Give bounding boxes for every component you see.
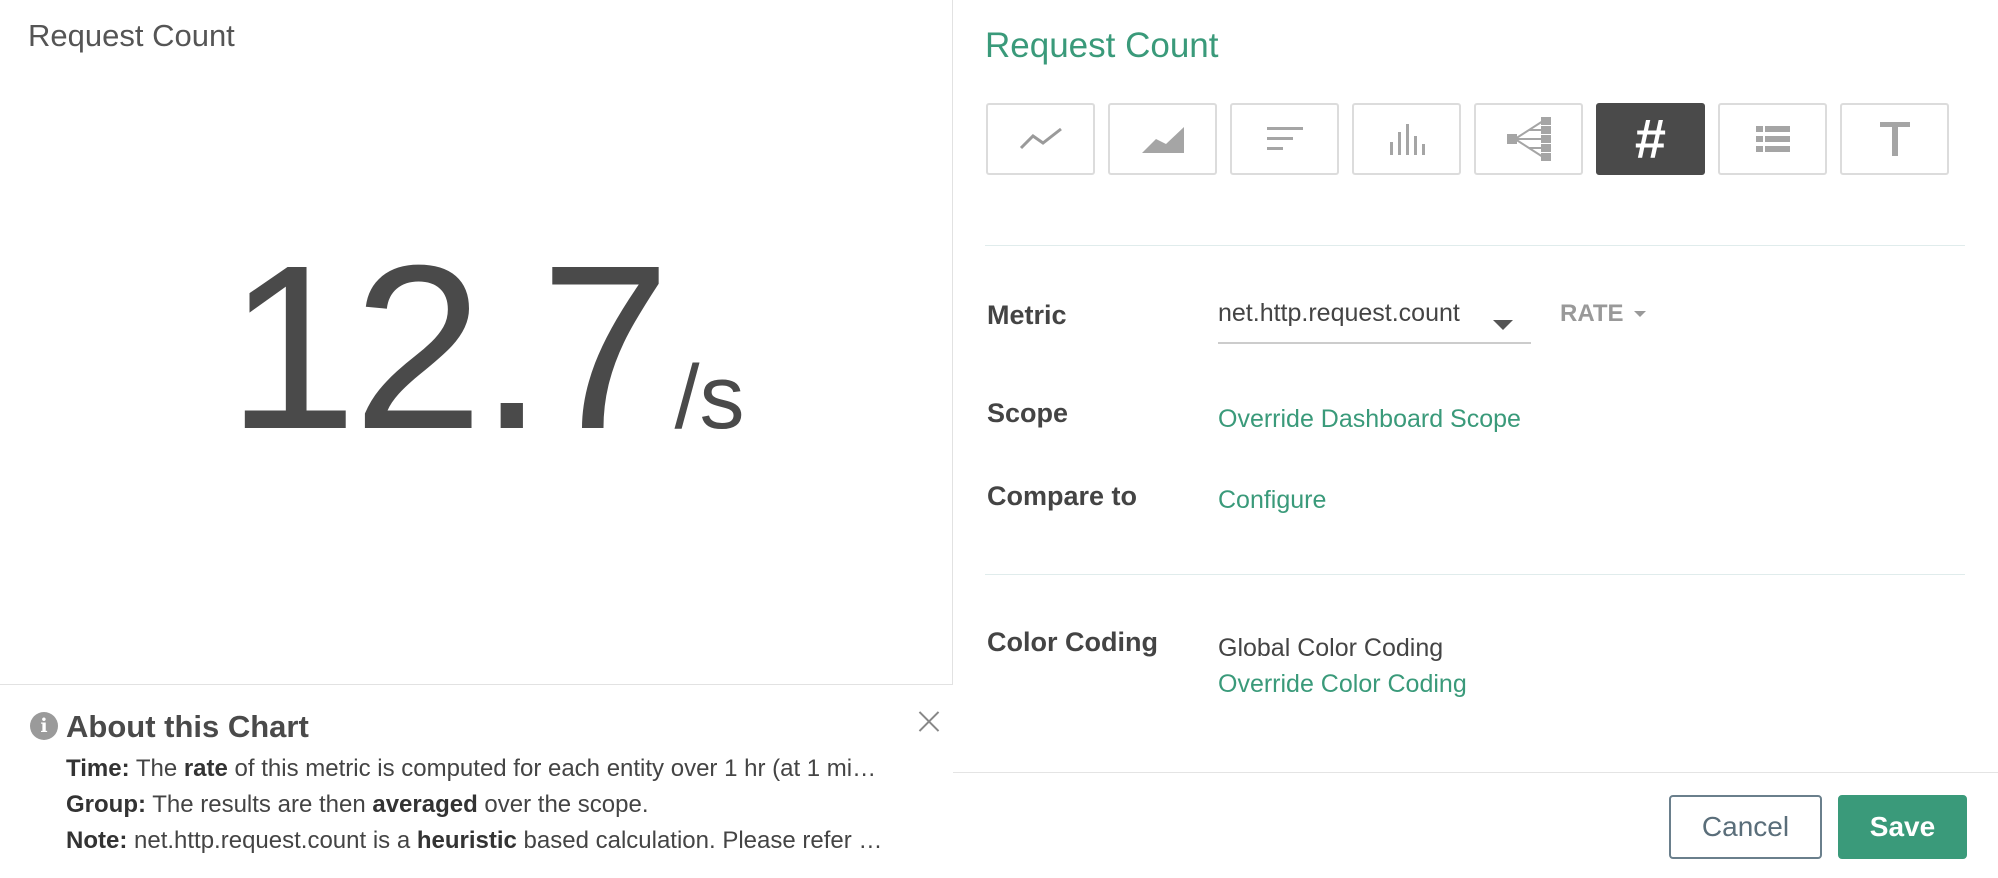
chart-type-toplist-button[interactable] [1230, 103, 1339, 175]
about-line-group: Group: The results are then averaged ove… [66, 791, 649, 818]
histogram-icon [1389, 124, 1425, 155]
info-icon: i [30, 712, 58, 740]
top-list-icon [1266, 127, 1303, 150]
chart-preview-panel: Request Count 12.7 /s i About this Chart… [0, 0, 953, 878]
editor-title: Request Count [985, 26, 1219, 65]
chart-type-table-button[interactable] [1718, 103, 1827, 175]
chart-type-histogram-button[interactable] [1352, 103, 1461, 175]
chart-editor-panel: Request Count # Metric net.http.request.… [953, 0, 1998, 878]
section-divider [985, 245, 1965, 246]
override-color-coding-link[interactable]: Override Color Coding [1218, 670, 1467, 699]
about-line-note: Note: net.http.request.count is a heuris… [66, 827, 883, 854]
cancel-button[interactable]: Cancel [1669, 795, 1822, 859]
about-line-time: Time: The rate of this metric is compute… [66, 755, 877, 782]
global-color-coding-text: Global Color Coding [1218, 634, 1444, 662]
chart-type-area-button[interactable] [1108, 103, 1217, 175]
chart-type-line-button[interactable] [986, 103, 1095, 175]
number-value: 12.7 [227, 216, 670, 478]
about-chart-box: i About this Chart Time: The rate of thi… [0, 684, 953, 878]
metric-label: Metric [987, 300, 1067, 330]
number-icon: # [1634, 107, 1667, 170]
chart-type-number-button[interactable]: # [1596, 103, 1705, 175]
number-display: 12.7 /s [227, 230, 744, 464]
about-lines: Time: The rate of this metric is compute… [66, 751, 926, 859]
chart-type-topology-button[interactable] [1474, 103, 1583, 175]
override-scope-link[interactable]: Override Dashboard Scope [1218, 405, 1521, 434]
area-chart-icon [1141, 127, 1184, 153]
line-chart-icon [1019, 127, 1062, 150]
metric-select[interactable]: net.http.request.count [1218, 296, 1531, 344]
compare-label: Compare to [987, 481, 1138, 511]
close-icon[interactable] [915, 707, 943, 735]
save-button[interactable]: Save [1838, 795, 1967, 859]
chart-type-text-button[interactable] [1840, 103, 1949, 175]
number-unit: /s [674, 348, 745, 448]
chevron-down-icon [1493, 320, 1513, 330]
topology-icon [1506, 117, 1551, 161]
color-coding-label: Color Coding [987, 627, 1158, 657]
scope-label: Scope [987, 398, 1069, 428]
about-title: About this Chart [66, 709, 309, 744]
configure-compare-link[interactable]: Configure [1218, 486, 1326, 515]
footer-divider [953, 772, 1998, 773]
chevron-down-icon [1633, 311, 1646, 317]
chart-type-selector: # [986, 103, 1949, 175]
aggregation-value: RATE [1560, 300, 1624, 327]
chart-title: Request Count [28, 18, 235, 53]
aggregation-dropdown[interactable]: RATE [1560, 300, 1646, 328]
text-icon [1879, 122, 1910, 156]
section-divider [985, 574, 1965, 575]
table-icon [1755, 126, 1790, 152]
metric-value: net.http.request.count [1218, 299, 1460, 327]
